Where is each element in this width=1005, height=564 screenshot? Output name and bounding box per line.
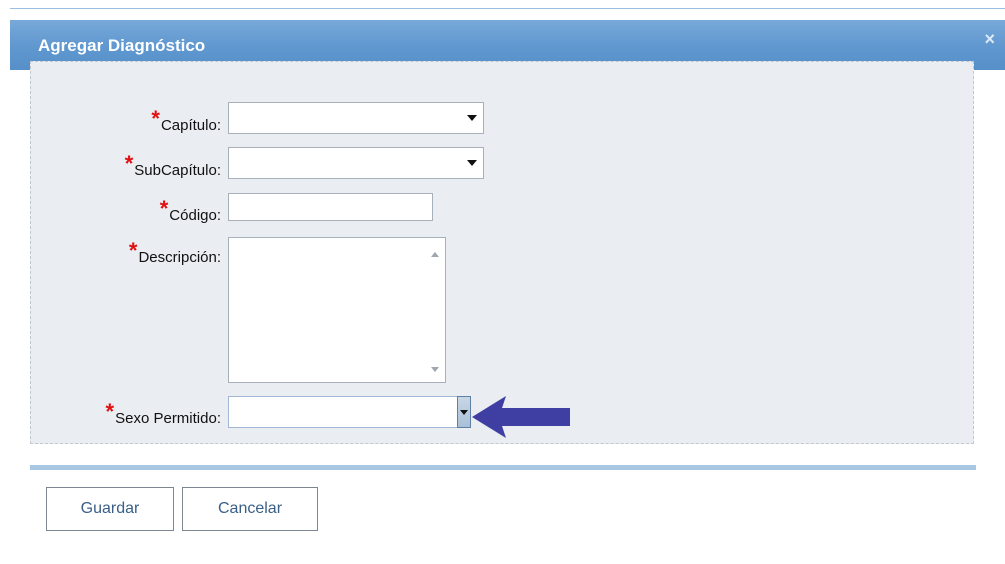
subcapitulo-label: *SubCapítulo:: [124, 151, 221, 180]
close-icon[interactable]: ×: [984, 30, 995, 48]
capitulo-select[interactable]: [228, 102, 484, 134]
form-panel: *Capítulo: *SubCapítulo: *Código: *Descr…: [30, 61, 974, 444]
footer-divider: [30, 465, 976, 470]
codigo-label: *Código:: [159, 196, 221, 225]
required-star-icon: *: [159, 196, 169, 221]
subcapitulo-select[interactable]: [228, 147, 484, 179]
sexo-select[interactable]: [228, 396, 471, 428]
capitulo-label: *Capítulo:: [151, 106, 221, 135]
codigo-input[interactable]: [228, 193, 433, 221]
top-border-line: [10, 8, 1005, 9]
required-star-icon: *: [105, 399, 115, 424]
dialog-title: Agregar Diagnóstico: [38, 36, 206, 55]
required-star-icon: *: [124, 151, 134, 176]
scroll-down-icon[interactable]: [431, 367, 439, 372]
codigo-label-box: *Código:: [31, 192, 221, 225]
sexo-dropdown-button[interactable]: [457, 396, 471, 428]
scroll-up-icon[interactable]: [431, 252, 439, 257]
required-star-icon: *: [128, 238, 138, 263]
required-star-icon: *: [151, 106, 160, 131]
chevron-down-icon[interactable]: [467, 160, 477, 166]
arrow-left-icon: [472, 396, 570, 438]
descripcion-label: *Descripción:: [128, 238, 221, 267]
cancel-button[interactable]: Cancelar: [182, 487, 318, 531]
chevron-down-icon[interactable]: [460, 410, 468, 415]
capitulo-label-box: *Capítulo:: [31, 102, 221, 135]
descripcion-textarea[interactable]: [228, 237, 446, 383]
sexo-label: *Sexo Permitido:: [105, 399, 221, 428]
sexo-label-box: *Sexo Permitido:: [31, 395, 221, 428]
save-button[interactable]: Guardar: [46, 487, 174, 531]
subcapitulo-label-box: *SubCapítulo:: [31, 147, 221, 180]
chevron-down-icon[interactable]: [467, 115, 477, 121]
descripcion-label-box: *Descripción:: [31, 234, 221, 267]
